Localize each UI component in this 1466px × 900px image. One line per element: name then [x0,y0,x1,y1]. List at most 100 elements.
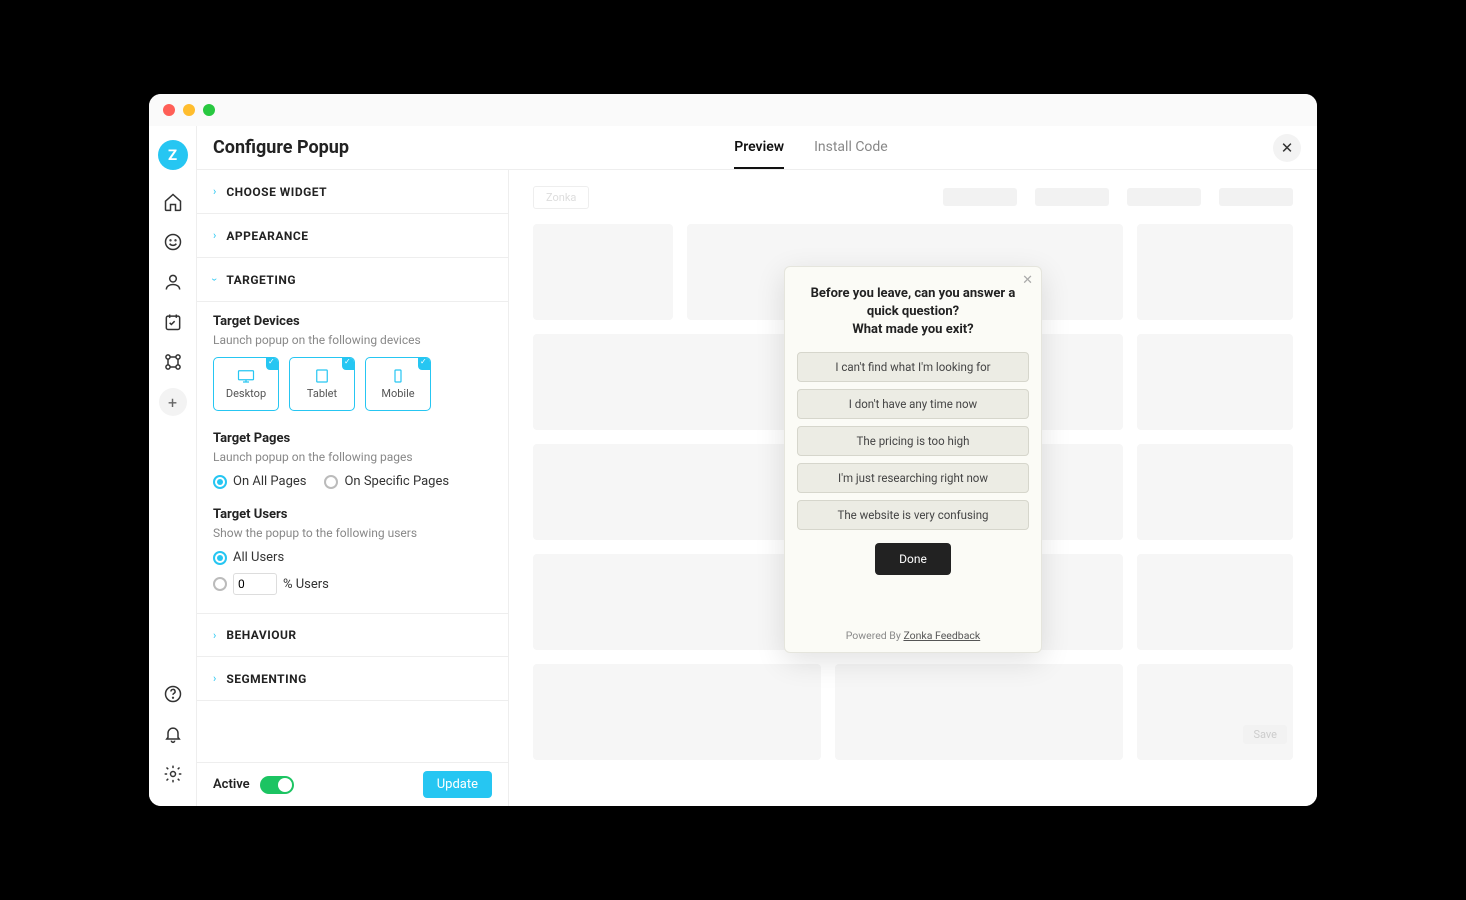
workflow-icon [163,352,183,372]
targeting-body: Target Devices Launch popup on the follo… [197,302,508,613]
mock-nav-item [1127,188,1201,206]
nav-add-button[interactable]: + [159,388,187,416]
popup-option[interactable]: I'm just researching right now [797,463,1029,493]
section-targeting[interactable]: › TARGETING [197,258,508,302]
section-choose-widget[interactable]: › CHOOSE WIDGET [197,170,508,214]
chevron-right-icon: › [213,672,216,685]
nav-help[interactable] [153,676,193,712]
section-label: BEHAVIOUR [226,628,296,642]
mock-nav-item [1219,188,1293,206]
check-badge-icon [266,358,278,370]
pct-users-input[interactable] [233,573,277,595]
radio-label: On All Pages [233,474,306,489]
smile-icon [163,232,183,252]
app-window: Z + [149,94,1317,806]
radio-icon [213,577,227,591]
help-icon [163,684,183,704]
home-icon [163,192,183,212]
section-appearance[interactable]: › APPEARANCE [197,214,508,258]
check-badge-icon [418,358,430,370]
popup-option[interactable]: I can't find what I'm looking for [797,352,1029,382]
chevron-right-icon: › [213,629,216,642]
close-icon: ✕ [1022,273,1033,288]
radio-icon [324,475,338,489]
nav-survey[interactable] [153,224,193,260]
page-title: Configure Popup [213,137,349,158]
section-label: CHOOSE WIDGET [226,185,327,199]
radio-icon [213,475,227,489]
config-footer: Active Update [197,762,508,806]
nav-workflow[interactable] [153,344,193,380]
radio-specific-pages[interactable]: On Specific Pages [324,474,449,489]
popup-powered-by: Powered By Zonka Feedback [846,629,980,642]
mock-card [1137,554,1293,650]
chevron-right-icon: › [213,185,216,198]
nav-rail: Z + [149,126,197,806]
section-segmenting[interactable]: › SEGMENTING [197,657,508,701]
device-mobile[interactable]: Mobile [365,357,431,411]
bell-icon [163,724,183,744]
active-label: Active [213,777,250,792]
nav-user[interactable] [153,264,193,300]
radio-label: On Specific Pages [344,474,449,489]
device-desktop[interactable]: Desktop [213,357,279,411]
radio-all-users[interactable]: All Users [213,550,492,565]
mock-site-logo: Zonka [533,186,589,209]
popup-option[interactable]: The pricing is too high [797,426,1029,456]
section-label: TARGETING [226,273,296,287]
mock-card [835,664,1123,760]
target-users-title: Target Users [213,507,492,522]
mock-card [1137,664,1293,760]
nav-home[interactable] [153,184,193,220]
pct-users-suffix: % Users [283,577,329,592]
device-label: Tablet [307,387,337,400]
target-pages-subtitle: Launch popup on the following pages [213,450,492,464]
close-panel-button[interactable]: ✕ [1273,134,1301,162]
mock-nav-item [1035,188,1109,206]
mock-card [533,224,673,320]
content-area: Z + [149,126,1317,806]
preview-area: Zonka [509,170,1317,806]
target-pages-title: Target Pages [213,431,492,446]
device-label: Desktop [226,387,266,400]
radio-all-pages[interactable]: On All Pages [213,474,306,489]
mock-card [533,664,821,760]
nav-checklist[interactable] [153,304,193,340]
popup-close-button[interactable]: ✕ [1022,273,1033,288]
popup-option[interactable]: The website is very confusing [797,500,1029,530]
powered-by-link[interactable]: Zonka Feedback [903,629,980,642]
checklist-icon [163,312,183,332]
mock-nav-item [943,188,1017,206]
target-devices-subtitle: Launch popup on the following devices [213,333,492,347]
chevron-down-icon: › [208,278,221,281]
brand-logo[interactable]: Z [158,140,188,170]
radio-pct-users[interactable] [213,577,227,591]
popup-option[interactable]: I don't have any time now [797,389,1029,419]
mock-card [1137,334,1293,430]
tab-install-code[interactable]: Install Code [814,126,888,169]
gear-icon [163,764,183,784]
update-button[interactable]: Update [423,771,492,798]
chevron-right-icon: › [213,229,216,242]
popup-done-button[interactable]: Done [875,543,951,575]
body-row: › CHOOSE WIDGET › APPEARANCE › TARGETING [197,170,1317,806]
config-panel: › CHOOSE WIDGET › APPEARANCE › TARGETING [197,170,509,806]
user-icon [163,272,183,292]
device-tablet[interactable]: Tablet [289,357,355,411]
minimize-window-dot[interactable] [183,104,195,116]
active-toggle[interactable] [260,776,294,794]
nav-settings[interactable] [153,756,193,792]
mock-card [533,334,821,430]
close-window-dot[interactable] [163,104,175,116]
mock-save-chip: Save [1243,725,1287,744]
survey-popup: ✕ Before you leave, can you answer a qui… [784,266,1042,653]
mock-site-header: Zonka [509,170,1317,224]
section-behaviour[interactable]: › BEHAVIOUR [197,613,508,657]
target-users-subtitle: Show the popup to the following users [213,526,492,540]
mobile-icon [389,369,407,383]
mock-card [533,554,821,650]
device-label: Mobile [381,387,414,400]
maximize-window-dot[interactable] [203,104,215,116]
nav-notifications[interactable] [153,716,193,752]
tab-preview[interactable]: Preview [734,126,784,169]
